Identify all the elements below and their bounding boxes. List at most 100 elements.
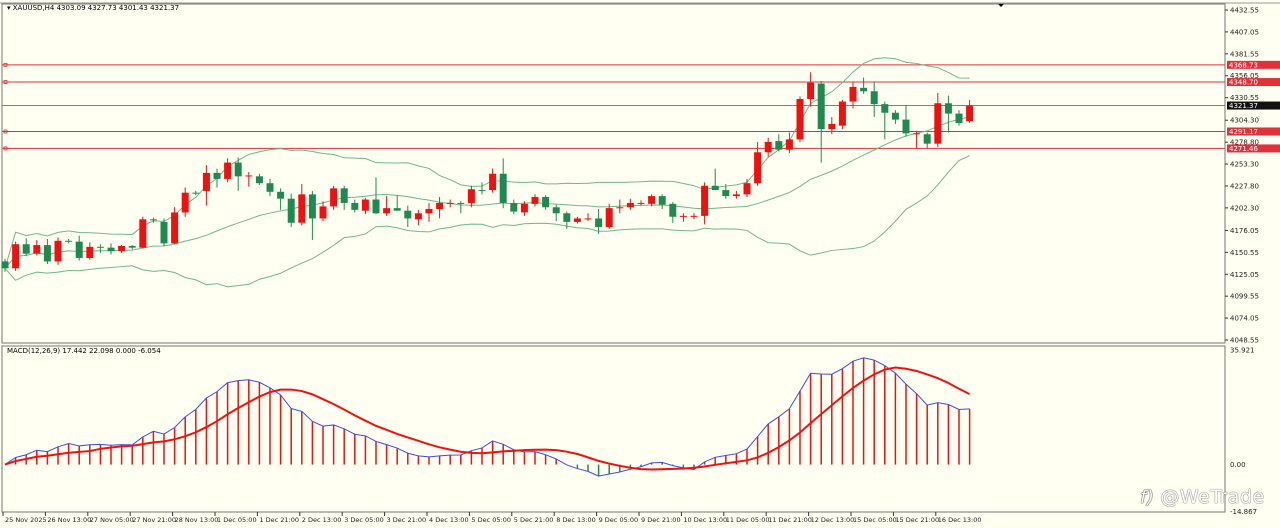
time-tick-label: 3 Dec 21:00: [387, 516, 427, 524]
bollinger-lower-band: [4, 155, 970, 288]
bullish-candle: [520, 203, 528, 213]
bearish-candle: [351, 202, 359, 210]
bullish-candle: [467, 189, 475, 203]
bearish-candle: [308, 194, 316, 219]
bullish-candle: [54, 240, 62, 262]
price-tick-label: 4074.05: [1230, 315, 1259, 323]
time-tick-label: 25 Nov 2025: [5, 516, 47, 524]
bullish-candle: [828, 123, 836, 130]
bearish-candle: [595, 218, 603, 228]
bullish-candle: [785, 139, 793, 150]
time-tick-label: 1 Dec 05:00: [217, 516, 257, 524]
bollinger-upper-band: [4, 57, 970, 269]
bearish-candle: [923, 134, 931, 144]
price-tick-label: 4150.55: [1230, 249, 1259, 257]
bullish-candle: [934, 103, 942, 144]
watermark: f) @WeTrade: [1140, 486, 1265, 508]
bearish-candle: [499, 173, 507, 203]
shift-marker-icon: [998, 4, 1004, 7]
time-tick-label: 4 Dec 13:00: [429, 516, 469, 524]
bearish-candle: [255, 176, 263, 184]
bearish-candle: [711, 185, 719, 191]
bearish-candle: [1, 261, 9, 269]
bearish-candle: [393, 208, 401, 211]
bullish-candle: [361, 199, 369, 211]
bullish-candle: [690, 215, 698, 217]
time-tick-label: 26 Nov 13:00: [47, 516, 91, 524]
bullish-candle: [319, 206, 327, 219]
level-price-label: 4291.17: [1229, 128, 1258, 136]
time-tick-label: 8 Dec 13:00: [556, 516, 596, 524]
bearish-candle: [669, 203, 677, 217]
bearish-candle: [722, 190, 730, 197]
price-tick-label: 4432.55: [1230, 7, 1259, 15]
bearish-candle: [107, 247, 115, 252]
bullish-candle: [605, 208, 613, 228]
price-chart[interactable]: 4432.554407.054381.554356.054330.554304.…: [0, 0, 1280, 528]
bullish-candle: [33, 245, 41, 254]
time-tick-label: 9 Dec 21:00: [641, 516, 681, 524]
bullish-candle: [754, 152, 762, 184]
bullish-candle: [966, 105, 974, 122]
time-tick-label: 11 Dec 05:00: [726, 516, 770, 524]
bullish-candle: [584, 218, 592, 220]
bearish-candle: [552, 207, 560, 214]
bullish-candle: [414, 213, 422, 220]
macd-signal-line: [4, 366, 971, 471]
bullish-candle: [383, 208, 391, 214]
bearish-candle: [287, 198, 295, 223]
current-price-label: 4321.37: [1229, 102, 1258, 110]
bearish-candle: [478, 190, 486, 192]
bearish-candle: [902, 119, 910, 134]
bullish-candle: [118, 245, 126, 252]
bearish-candle: [457, 202, 465, 204]
bearish-candle: [149, 219, 157, 221]
bearish-candle: [128, 245, 136, 248]
bearish-candle: [75, 241, 83, 258]
bullish-candle: [181, 192, 189, 213]
bearish-candle: [944, 103, 952, 114]
bearish-candle: [891, 112, 899, 120]
time-tick-label: 5 Dec 21:00: [514, 516, 554, 524]
bullish-candle: [298, 194, 306, 223]
bullish-candle: [139, 219, 147, 248]
bullish-candle: [446, 202, 454, 204]
bearish-candle: [860, 87, 868, 92]
bearish-candle: [542, 196, 550, 208]
bearish-candle: [404, 210, 412, 219]
macd-tick-label: 35.921: [1230, 347, 1255, 355]
bullish-candle: [425, 208, 433, 214]
bullish-candle: [796, 98, 804, 140]
time-tick-label: 10 Dec 13:00: [683, 516, 727, 524]
price-tick-label: 4227.80: [1230, 182, 1259, 190]
bullish-candle: [171, 212, 179, 244]
bullish-candle: [616, 207, 624, 209]
bullish-candle: [732, 194, 740, 197]
time-tick-label: 5 Dec 05:00: [471, 516, 511, 524]
bearish-candle: [96, 246, 104, 248]
macd-line: [4, 357, 970, 477]
bearish-candle: [955, 113, 963, 124]
bullish-candle: [679, 215, 687, 217]
bollinger-middle-band: [4, 116, 970, 269]
time-tick-label: 9 Dec 05:00: [599, 516, 639, 524]
bullish-candle: [807, 82, 815, 99]
bearish-candle: [340, 188, 348, 203]
bearish-candle: [563, 213, 571, 222]
bearish-candle: [160, 221, 168, 244]
macd-tick-label: -14.867: [1230, 508, 1257, 516]
bullish-candle: [245, 175, 253, 177]
bullish-candle: [224, 162, 232, 179]
time-tick-label: 3 Dec 05:00: [344, 516, 384, 524]
level-price-label: 4348.70: [1229, 79, 1258, 87]
main-pane-border: [1, 3, 1226, 344]
price-tick-label: 4253.30: [1230, 161, 1259, 169]
bullish-candle: [573, 218, 581, 222]
wetrade-logo-icon: f): [1140, 486, 1155, 508]
bearish-candle: [234, 162, 242, 177]
bullish-candle: [648, 196, 656, 204]
bullish-candle: [913, 133, 921, 135]
level-price-label: 4368.73: [1229, 61, 1258, 69]
bearish-candle: [881, 104, 889, 113]
time-tick-label: 2 Dec 13:00: [302, 516, 342, 524]
